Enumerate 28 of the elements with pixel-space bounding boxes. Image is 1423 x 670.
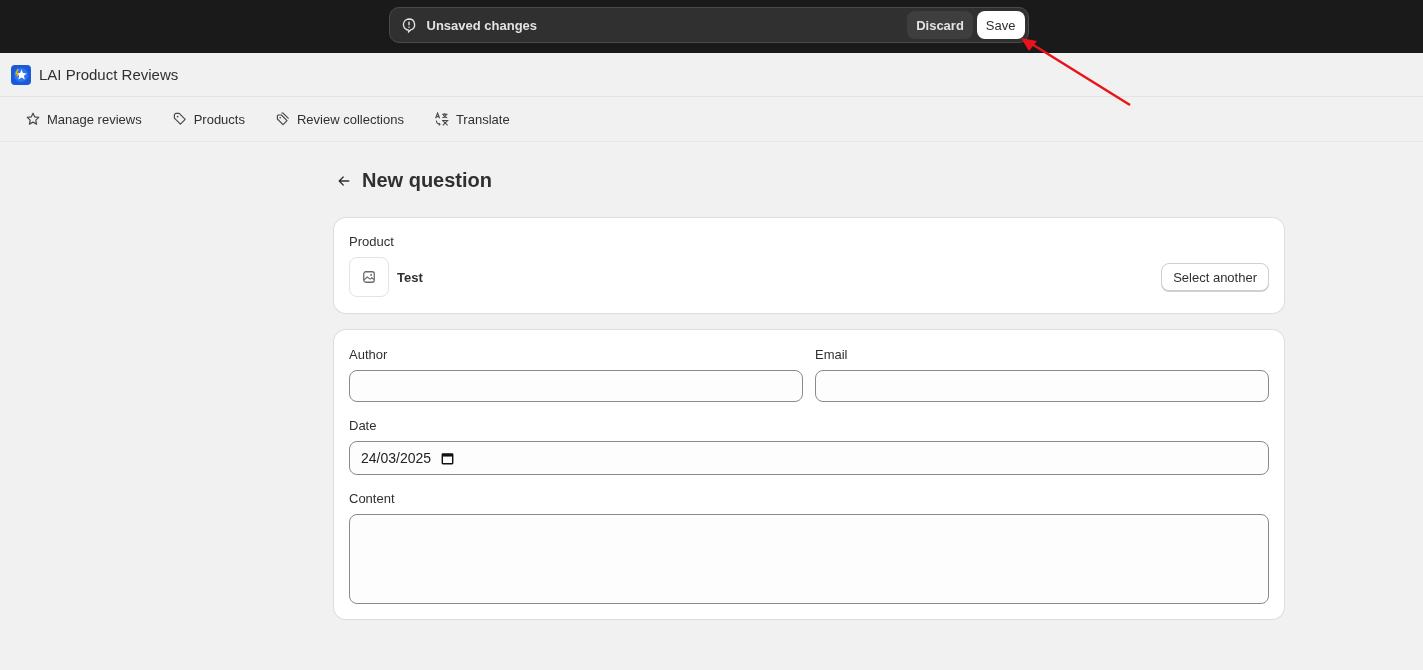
field-label: Email: [815, 347, 849, 362]
tags-icon: [274, 111, 291, 127]
nav-link[interactable]: Products: [171, 111, 245, 127]
image-icon: [362, 270, 376, 284]
discard-button[interactable]: Discard: [907, 11, 973, 39]
star-icon: [25, 111, 41, 127]
calendar-icon: [441, 451, 455, 465]
content-textarea[interactable]: [349, 514, 1269, 604]
text-field[interactable]: [349, 370, 803, 402]
app-title: LAI Product Reviews: [39, 66, 179, 83]
field-label: Author: [349, 347, 389, 362]
field-label: Date: [349, 418, 378, 433]
app-logo-icon: [11, 64, 31, 85]
nav-link[interactable]: Translate: [433, 111, 510, 127]
product-name: Test: [397, 269, 423, 285]
date-field[interactable]: 24/03/2025: [349, 441, 1269, 475]
nav-link[interactable]: Manage reviews: [25, 111, 142, 127]
nav-link[interactable]: Review collections: [274, 111, 404, 127]
page-title: New question: [362, 169, 492, 192]
select-another-button[interactable]: Select another: [1161, 263, 1269, 291]
unsaved-message: Unsaved changes: [426, 17, 538, 33]
tag-icon: [171, 111, 188, 127]
text-field[interactable]: [815, 370, 1269, 402]
translate-icon: [433, 111, 450, 127]
save-button[interactable]: Save: [976, 11, 1025, 39]
alert-icon: [400, 17, 417, 33]
field-label: Content: [349, 491, 396, 506]
field-label: Product: [349, 234, 395, 249]
